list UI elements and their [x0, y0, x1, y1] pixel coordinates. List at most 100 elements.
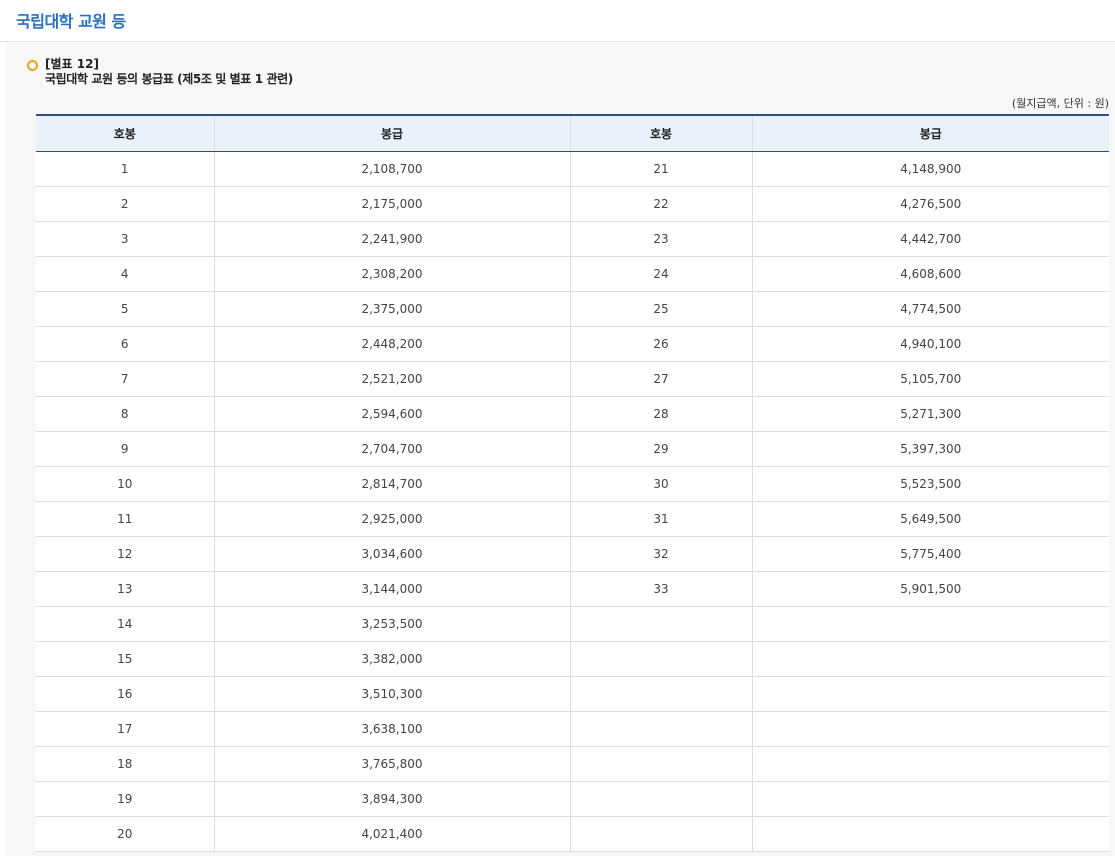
salary-cell	[751, 676, 1109, 712]
step-cell: 2	[36, 186, 214, 222]
salary-cell	[751, 816, 1109, 852]
salary-cell: 2,175,000	[213, 186, 570, 222]
content-area: [별표 12] 국립대학 교원 등의 봉급표 (제5조 및 별표 1 관련) (…	[6, 43, 1115, 856]
step-cell: 26	[569, 326, 752, 362]
table-row: 20 4,021,400	[36, 816, 1109, 852]
step-cell: 12	[36, 536, 214, 572]
salary-cell: 2,241,900	[213, 221, 570, 257]
salary-table: 호봉 봉급 호봉 봉급 1 2,108,700 21 4,148,900 2 2,175,…	[36, 114, 1109, 852]
header-salary-left: 봉급	[213, 115, 570, 152]
header-step-right: 호봉	[569, 115, 752, 152]
step-cell: 23	[569, 221, 752, 257]
salary-cell: 3,894,300	[213, 781, 570, 817]
table-header-row: 호봉 봉급 호봉 봉급	[36, 115, 1109, 152]
salary-cell: 2,521,200	[213, 361, 570, 397]
header-step-left: 호봉	[36, 115, 214, 152]
step-cell: 1	[36, 151, 214, 187]
step-cell: 25	[569, 291, 752, 327]
step-cell: 8	[36, 396, 214, 432]
table-row: 15 3,382,000	[36, 641, 1109, 677]
salary-cell: 3,638,100	[213, 711, 570, 747]
salary-cell	[751, 746, 1109, 782]
salary-cell: 4,442,700	[751, 221, 1109, 257]
step-cell	[569, 676, 752, 712]
table-row: 2 2,175,000 22 4,276,500	[36, 186, 1109, 222]
salary-cell: 5,397,300	[751, 431, 1109, 467]
step-cell: 22	[569, 186, 752, 222]
salary-cell: 5,271,300	[751, 396, 1109, 432]
salary-cell: 2,308,200	[213, 256, 570, 292]
step-cell: 11	[36, 501, 214, 537]
step-cell: 18	[36, 746, 214, 782]
salary-cell: 4,148,900	[751, 151, 1109, 187]
salary-cell: 2,448,200	[213, 326, 570, 362]
salary-cell	[751, 781, 1109, 817]
salary-cell: 4,774,500	[751, 291, 1109, 327]
table-row: 5 2,375,000 25 4,774,500	[36, 291, 1109, 327]
table-caption: [별표 12] 국립대학 교원 등의 봉급표 (제5조 및 별표 1 관련)	[27, 57, 293, 87]
salary-cell	[751, 711, 1109, 747]
salary-cell: 2,814,700	[213, 466, 570, 502]
salary-cell: 5,523,500	[751, 466, 1109, 502]
table-row: 8 2,594,600 28 5,271,300	[36, 396, 1109, 432]
step-cell	[569, 641, 752, 677]
salary-cell: 3,382,000	[213, 641, 570, 677]
page-header: 국립대학 교원 등	[0, 0, 1115, 42]
salary-cell: 2,375,000	[213, 291, 570, 327]
table-row: 7 2,521,200 27 5,105,700	[36, 361, 1109, 397]
step-cell: 7	[36, 361, 214, 397]
step-cell	[569, 746, 752, 782]
salary-cell: 3,510,300	[213, 676, 570, 712]
step-cell: 3	[36, 221, 214, 257]
step-cell: 14	[36, 606, 214, 642]
step-cell: 30	[569, 466, 752, 502]
step-cell: 13	[36, 571, 214, 607]
table-row: 11 2,925,000 31 5,649,500	[36, 501, 1109, 537]
table-row: 9 2,704,700 29 5,397,300	[36, 431, 1109, 467]
salary-cell: 4,276,500	[751, 186, 1109, 222]
table-title: 국립대학 교원 등의 봉급표 (제5조 및 별표 1 관련)	[45, 72, 293, 86]
step-cell: 32	[569, 536, 752, 572]
annex-label: [별표 12]	[45, 57, 99, 71]
salary-cell: 2,925,000	[213, 501, 570, 537]
salary-cell: 2,594,600	[213, 396, 570, 432]
step-cell: 24	[569, 256, 752, 292]
table-row: 1 2,108,700 21 4,148,900	[36, 151, 1109, 187]
table-row: 17 3,638,100	[36, 711, 1109, 747]
table-row: 4 2,308,200 24 4,608,600	[36, 256, 1109, 292]
step-cell: 10	[36, 466, 214, 502]
unit-note: (월지급액, 단위 : 원)	[1011, 97, 1109, 110]
table-row: 3 2,241,900 23 4,442,700	[36, 221, 1109, 257]
step-cell	[569, 781, 752, 817]
step-cell: 31	[569, 501, 752, 537]
step-cell: 27	[569, 361, 752, 397]
step-cell: 15	[36, 641, 214, 677]
table-row: 6 2,448,200 26 4,940,100	[36, 326, 1109, 362]
step-cell	[569, 816, 752, 852]
step-cell	[569, 606, 752, 642]
step-cell	[569, 711, 752, 747]
step-cell: 33	[569, 571, 752, 607]
step-cell: 16	[36, 676, 214, 712]
salary-cell: 5,649,500	[751, 501, 1109, 537]
salary-cell: 3,253,500	[213, 606, 570, 642]
salary-cell: 2,704,700	[213, 431, 570, 467]
circle-bullet-icon	[27, 60, 38, 71]
salary-cell	[751, 641, 1109, 677]
salary-cell	[751, 606, 1109, 642]
step-cell: 28	[569, 396, 752, 432]
salary-cell: 4,940,100	[751, 326, 1109, 362]
step-cell: 20	[36, 816, 214, 852]
table-row: 12 3,034,600 32 5,775,400	[36, 536, 1109, 572]
salary-cell: 4,021,400	[213, 816, 570, 852]
table-row: 16 3,510,300	[36, 676, 1109, 712]
salary-cell: 2,108,700	[213, 151, 570, 187]
step-cell: 19	[36, 781, 214, 817]
table-row: 13 3,144,000 33 5,901,500	[36, 571, 1109, 607]
salary-cell: 5,105,700	[751, 361, 1109, 397]
step-cell: 9	[36, 431, 214, 467]
salary-cell: 5,901,500	[751, 571, 1109, 607]
header-salary-right: 봉급	[751, 115, 1109, 152]
table-row: 14 3,253,500	[36, 606, 1109, 642]
table-row: 19 3,894,300	[36, 781, 1109, 817]
